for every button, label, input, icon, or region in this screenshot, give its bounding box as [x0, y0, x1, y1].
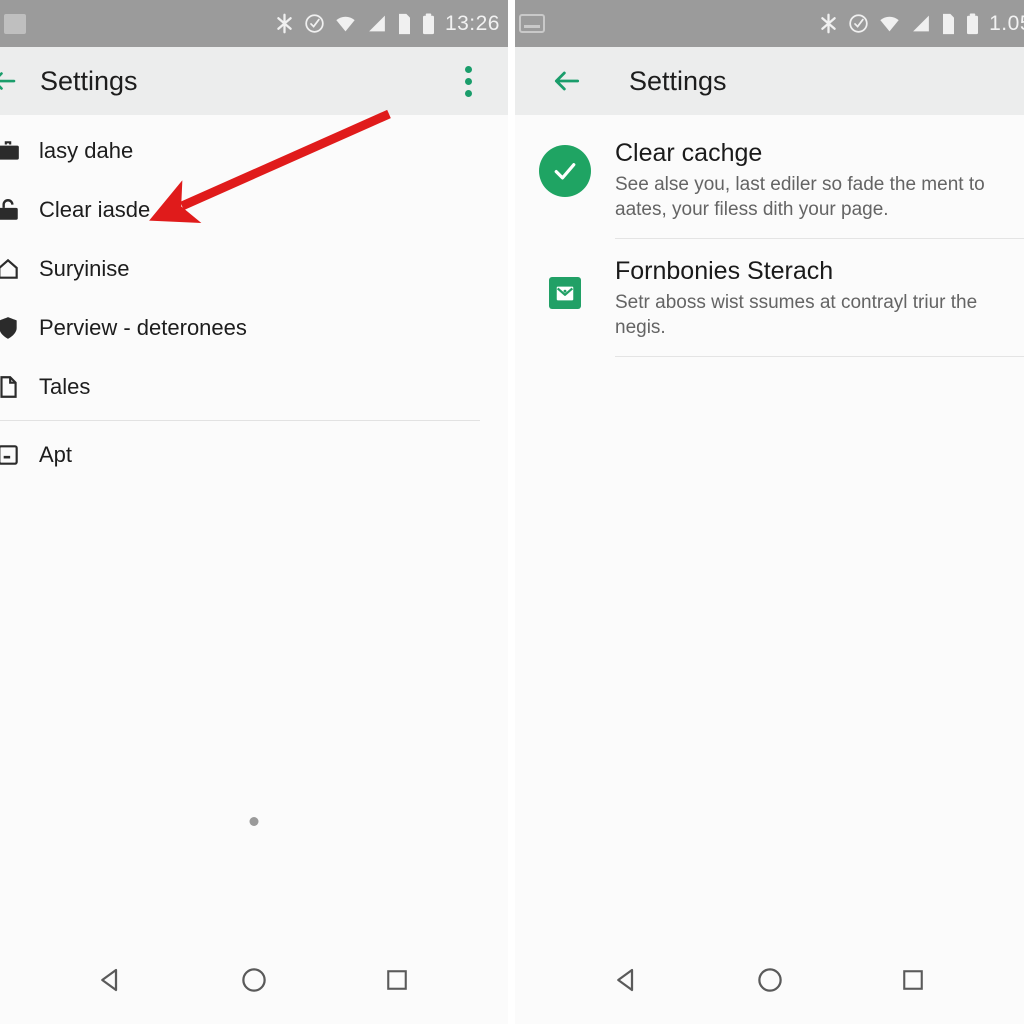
menu-item-label: Suryinise — [39, 255, 130, 281]
menu-item-tales[interactable]: Tales — [0, 357, 508, 416]
screenshot-root: 13:26 Settings lasy dahe Clear iasde Sur… — [0, 0, 1024, 1024]
lock-icon — [0, 195, 22, 225]
signal-icon — [913, 15, 929, 32]
green-check-circle-icon — [539, 145, 591, 197]
status-bar-system-icons: 1.05 — [818, 12, 1024, 36]
preference-title: Fornbonies Sterach — [615, 257, 834, 286]
nav-recents-button[interactable] — [883, 950, 943, 1010]
preference-description: Setr aboss wist ssumes at contrayl triur… — [615, 292, 978, 339]
android-nav-bar-right — [515, 936, 1024, 1024]
nav-back-button[interactable] — [81, 950, 141, 1010]
preference-text: Fornbonies Sterach Setr aboss wist ssume… — [615, 257, 1024, 340]
left-content: lasy dahe Clear iasde Suryinise Perview … — [0, 115, 508, 936]
overflow-menu-icon — [464, 65, 472, 73]
menu-item-lasy-dahe[interactable]: lasy dahe — [0, 121, 508, 180]
right-phone-screen: 1.05 Settings — [515, 0, 1024, 1024]
menu-item-label: Perview - deteronees — [39, 314, 247, 340]
status-bar-right: 1.05 — [515, 0, 1024, 47]
green-mail-square-icon — [549, 277, 581, 310]
signal-icon — [369, 15, 385, 32]
briefcase-icon — [0, 136, 22, 166]
bluetooth-icon — [821, 13, 836, 34]
wifi-icon — [880, 16, 899, 32]
menu-item-suryinise[interactable]: Suryinise — [0, 239, 508, 298]
status-bar-clock: 13:26 — [444, 11, 500, 35]
nav-home-button[interactable] — [224, 950, 284, 1010]
settings-menu-list: lasy dahe Clear iasde Suryinise Perview … — [0, 115, 508, 484]
dnd-icon — [849, 14, 868, 33]
preference-item-fornbonies-sterach[interactable]: Fornbonies Sterach Setr aboss wist ssume… — [515, 239, 1024, 356]
bluetooth-icon — [277, 13, 292, 34]
menu-item-label: Tales — [39, 373, 91, 399]
back-button[interactable] — [0, 53, 32, 109]
preference-item-clear-cachge[interactable]: Clear cachge See alse you, last ediler s… — [515, 121, 1024, 238]
menu-item-perview-deteronees[interactable]: Perview - deteronees — [0, 298, 508, 357]
app-icon — [0, 440, 22, 470]
wifi-icon — [336, 16, 355, 32]
preference-icon-wrap — [515, 139, 615, 222]
page-indicator-dot — [249, 817, 259, 826]
home-circle-icon — [757, 968, 782, 992]
preference-icon-wrap — [515, 257, 615, 340]
recents-square-icon — [902, 970, 923, 990]
sim-icon — [398, 13, 410, 34]
status-bar-notifications — [519, 14, 545, 33]
battery-icon — [422, 12, 434, 34]
back-arrow-icon — [554, 71, 580, 91]
menu-item-apt[interactable]: Apt — [0, 425, 508, 484]
menu-divider — [0, 420, 480, 421]
left-phone-screen: 13:26 Settings lasy dahe Clear iasde Sur… — [0, 0, 508, 1024]
shield-icon — [0, 313, 22, 343]
document-icon — [0, 372, 22, 402]
android-nav-bar-left — [0, 936, 508, 1024]
app-bar-left: Settings — [0, 47, 508, 115]
back-arrow-icon — [0, 72, 16, 90]
preference-title: Clear cachge — [615, 139, 763, 167]
overflow-menu-icon — [464, 77, 472, 85]
right-content: Clear cachge See alse you, last ediler s… — [515, 115, 1024, 936]
app-notification-icon — [519, 14, 545, 33]
page-title: Settings — [629, 65, 727, 96]
status-bar-notifications — [4, 13, 26, 34]
nav-back-button[interactable] — [597, 950, 657, 1010]
status-bar-system-icons: 13:26 — [274, 12, 502, 36]
back-button[interactable] — [539, 53, 595, 109]
battery-icon — [967, 12, 979, 34]
home-icon — [0, 254, 22, 284]
preference-text: Clear cachge See alse you, last ediler s… — [615, 139, 1024, 222]
sim-icon — [943, 13, 955, 34]
nav-home-button[interactable] — [740, 950, 800, 1010]
page-title: Settings — [40, 65, 138, 96]
panel-separator — [508, 0, 515, 1024]
dnd-icon — [305, 14, 324, 33]
overflow-menu-icon — [464, 89, 472, 97]
app-notification-icon — [4, 13, 26, 34]
preference-list: Clear cachge See alse you, last ediler s… — [515, 115, 1024, 358]
menu-item-clear-iasde[interactable]: Clear iasde — [0, 180, 508, 239]
back-triangle-icon — [101, 968, 118, 992]
app-bar-right: Settings — [515, 47, 1024, 115]
menu-item-label: lasy dahe — [39, 137, 134, 163]
menu-item-label: Clear iasde — [39, 196, 151, 222]
menu-item-label: Apt — [39, 441, 73, 467]
status-bar-left: 13:26 — [0, 0, 508, 47]
status-bar-clock: 1.05 — [989, 11, 1024, 35]
back-triangle-icon — [616, 968, 633, 992]
nav-recents-button[interactable] — [367, 950, 427, 1010]
recents-square-icon — [386, 970, 407, 990]
preference-description: See alse you, last ediler so fade the me… — [615, 174, 985, 221]
overflow-menu-button[interactable] — [444, 53, 492, 109]
preference-divider — [615, 356, 1024, 358]
home-circle-icon — [242, 968, 266, 992]
